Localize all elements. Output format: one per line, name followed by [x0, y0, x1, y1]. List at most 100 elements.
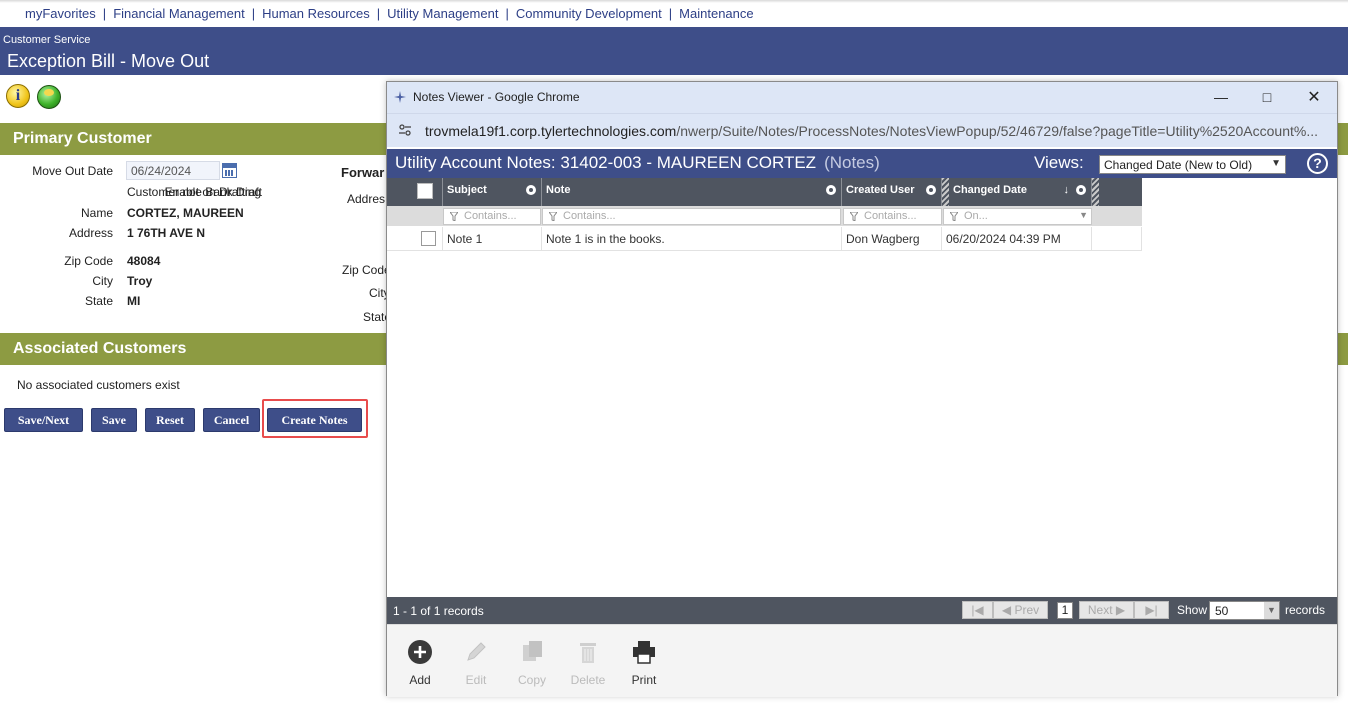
pencil-icon	[463, 639, 489, 665]
row-checkbox[interactable]	[421, 231, 436, 246]
nav-item-community-development[interactable]: Community Development |	[516, 6, 679, 21]
cancel-button[interactable]: Cancel	[203, 408, 260, 432]
move-out-date-input[interactable]: 06/24/2024	[126, 161, 220, 180]
delete-button[interactable]: Delete	[563, 639, 613, 687]
chevron-down-icon: ▼	[1264, 602, 1279, 619]
page-subtitle: Customer Service	[3, 34, 91, 46]
state-value: MI	[127, 294, 141, 308]
notes-viewer-window: Notes Viewer - Google Chrome — □ ✕ trovm…	[386, 81, 1338, 697]
last-page-icon[interactable]: ▶|	[1134, 601, 1169, 619]
page-number[interactable]: 1	[1057, 602, 1073, 619]
column-note[interactable]: Note	[542, 178, 842, 206]
filter-icon	[549, 212, 557, 221]
address-value: 1 76TH AVE N	[127, 226, 206, 240]
nav-item-utility-management[interactable]: Utility Management |	[387, 6, 516, 21]
add-button[interactable]: Add	[395, 639, 445, 687]
row-select-cell	[387, 227, 443, 251]
page-header: Customer Service Exception Bill - Move O…	[0, 27, 1348, 75]
gear-icon[interactable]	[1076, 185, 1086, 195]
associated-empty-text: No associated customers exist	[17, 378, 180, 392]
column-created-user[interactable]: Created User	[842, 178, 942, 206]
forwarding-zip-label: Zip Code	[342, 263, 391, 277]
filter-icon	[950, 212, 958, 221]
changed-date-filter-input[interactable]: On... ▼	[943, 208, 1092, 225]
column-resize-handle[interactable]	[1092, 178, 1099, 206]
sort-down-icon: ↓	[1063, 184, 1070, 196]
table-row[interactable]: Note 1 Note 1 is in the books. Don Wagbe…	[387, 227, 1142, 251]
column-changed-date[interactable]: Changed Date ↓	[949, 178, 1092, 206]
first-page-icon[interactable]: |◀	[962, 601, 993, 619]
copy-button[interactable]: Copy	[507, 639, 557, 687]
filter-icon	[850, 212, 858, 221]
forwarding-address-label: Addres	[347, 192, 386, 206]
reset-button[interactable]: Reset	[145, 408, 195, 432]
printer-icon	[631, 639, 657, 665]
info-icon[interactable]: i	[6, 84, 30, 108]
cell-note: Note 1 is in the books.	[542, 227, 842, 251]
gear-icon[interactable]	[926, 185, 936, 195]
views-label: Views:	[1034, 153, 1084, 172]
select-all-cell	[387, 178, 443, 206]
cell-created-user: Don Wagberg	[842, 227, 942, 251]
cell-spacer	[1092, 227, 1142, 251]
subject-filter-input[interactable]: Contains...	[443, 208, 541, 225]
filter-icon	[450, 212, 458, 221]
maximize-icon[interactable]: □	[1244, 82, 1290, 113]
chrome-window-title: Notes Viewer - Google Chrome	[413, 90, 580, 104]
records-label: records	[1285, 603, 1326, 617]
nav-item-human-resources[interactable]: Human Resources |	[262, 6, 387, 21]
notes-header: Utility Account Notes: 31402-003 - MAURE…	[387, 149, 1337, 178]
chevron-down-icon: ▼	[1079, 210, 1088, 220]
chrome-title-bar: Notes Viewer - Google Chrome — □ ✕	[387, 82, 1337, 113]
edit-button[interactable]: Edit	[451, 639, 501, 687]
gear-icon[interactable]	[526, 185, 536, 195]
nav-item-financial-management[interactable]: Financial Management |	[113, 6, 262, 21]
nav-item-maintenance[interactable]: Maintenance	[679, 6, 753, 21]
city-value: Troy	[127, 274, 153, 288]
grid-header: Subject Note Created User Changed Date ↓	[387, 178, 1142, 206]
globe-icon[interactable]	[37, 85, 61, 109]
bank-draft-value: Customer not on Drafting	[127, 185, 262, 199]
name-value: CORTEZ, MAUREEN	[127, 206, 244, 220]
page-size-select[interactable]: 50 ▼	[1209, 601, 1280, 620]
column-subject[interactable]: Subject	[443, 178, 542, 206]
address-label: Address	[68, 226, 113, 240]
views-select[interactable]: Changed Date (New to Old) ▼	[1099, 155, 1286, 174]
move-out-date-label: Move Out Date	[32, 164, 113, 178]
minimize-icon[interactable]: —	[1198, 82, 1244, 113]
select-all-checkbox[interactable]	[417, 183, 433, 199]
chevron-down-icon: ▼	[1271, 158, 1281, 169]
associated-customers-heading: Associated Customers	[13, 340, 187, 357]
filter-row: Contains... Contains... Contains... On..…	[387, 206, 1142, 226]
chrome-address-bar[interactable]: trovmela19f1.corp.tylertechnologies.com/…	[387, 113, 1337, 147]
pager-bar: 1 - 1 of 1 records |◀ ◀ Prev 1 Next ▶ ▶|…	[387, 597, 1337, 624]
prev-page-button[interactable]: ◀ Prev	[993, 601, 1048, 619]
primary-customer-heading: Primary Customer	[13, 130, 152, 147]
notes-title: Utility Account Notes: 31402-003 - MAURE…	[395, 153, 880, 172]
help-icon[interactable]: ?	[1307, 153, 1328, 174]
created-user-filter-input[interactable]: Contains...	[843, 208, 942, 225]
close-icon[interactable]: ✕	[1291, 82, 1337, 113]
add-icon	[407, 639, 433, 665]
state-label: State	[84, 294, 113, 308]
calendar-icon[interactable]	[222, 163, 237, 178]
url-text[interactable]: trovmela19f1.corp.tylertechnologies.com/…	[425, 123, 1318, 139]
gear-icon[interactable]	[826, 185, 836, 195]
print-button[interactable]: Print	[619, 639, 669, 687]
app-logo-icon	[394, 91, 406, 103]
copy-icon	[519, 639, 545, 665]
zip-label: Zip Code	[64, 254, 113, 268]
forwarding-heading: Forwar	[341, 165, 385, 180]
create-notes-highlight	[262, 399, 368, 438]
site-settings-icon[interactable]	[398, 123, 412, 137]
save-next-button[interactable]: Save/Next	[4, 408, 83, 432]
save-button[interactable]: Save	[91, 408, 137, 432]
nav-item-myfavorites[interactable]: myFavorites |	[25, 6, 113, 21]
zip-value: 48084	[127, 254, 161, 268]
column-resize-handle[interactable]	[942, 178, 949, 206]
note-filter-input[interactable]: Contains...	[542, 208, 841, 225]
page-title: Exception Bill - Move Out	[7, 51, 210, 71]
city-label: City	[92, 274, 113, 288]
top-nav: myFavorites | Financial Management | Human…	[0, 0, 1348, 27]
next-page-button[interactable]: Next ▶	[1079, 601, 1134, 619]
